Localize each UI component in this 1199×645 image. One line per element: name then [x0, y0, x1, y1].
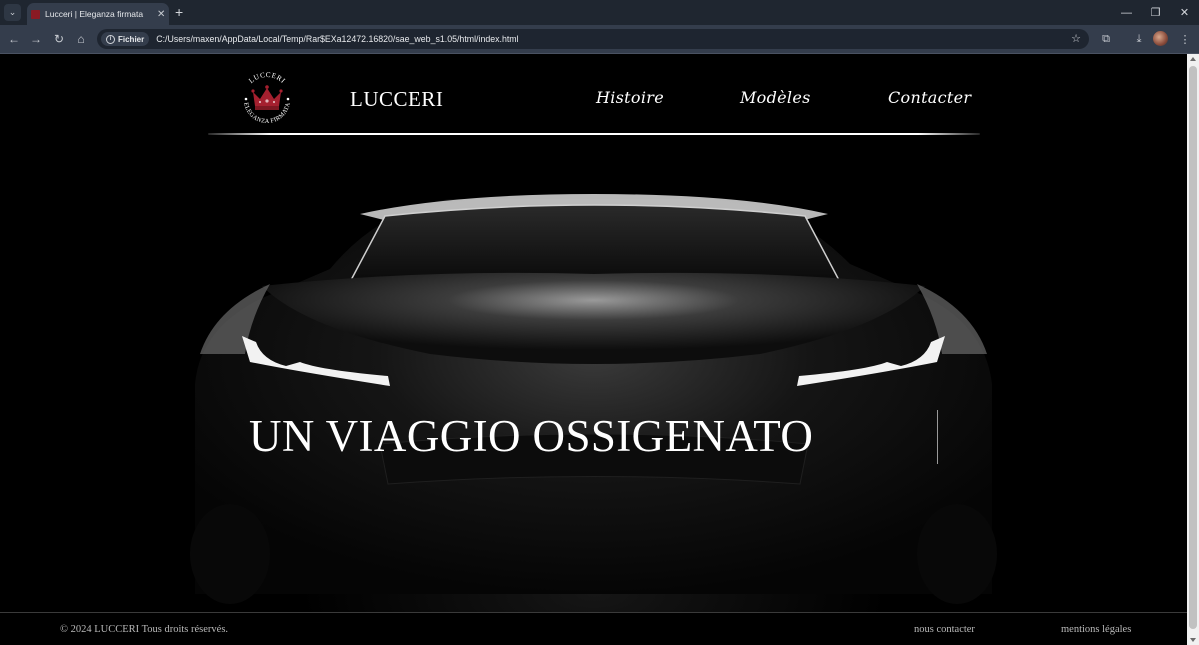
- window-close-icon[interactable]: ✕: [1170, 0, 1199, 25]
- site-header: LUCCERI ELEGANZA FIRMATA LUCCERI Histoir…: [208, 54, 980, 136]
- site-chip-label: Fichier: [118, 34, 145, 44]
- nav-link-modeles[interactable]: Modèles: [740, 88, 811, 107]
- favicon-icon: [31, 9, 40, 19]
- site-footer: © 2024 LUCCERI Tous droits réservés. nou…: [0, 612, 1187, 645]
- browser-tab-bar: ⌄ Lucceri | Eleganza firmata ✕ + — ❐ ✕: [0, 0, 1199, 25]
- profile-avatar[interactable]: [1153, 31, 1168, 46]
- lucceri-logo[interactable]: LUCCERI ELEGANZA FIRMATA: [236, 68, 298, 130]
- site-info-chip[interactable]: i Fichier: [101, 32, 150, 46]
- address-bar[interactable]: i Fichier C:/Users/maxen/AppData/Local/T…: [97, 29, 1089, 49]
- page-viewport: LUCCERI ELEGANZA FIRMATA LUCCERI Histoir…: [0, 54, 1187, 645]
- browser-tab[interactable]: Lucceri | Eleganza firmata ✕: [27, 3, 169, 25]
- close-icon[interactable]: ✕: [157, 9, 165, 20]
- forward-icon[interactable]: →: [27, 30, 45, 48]
- nav-link-contacter[interactable]: Contacter: [888, 88, 971, 107]
- download-icon[interactable]: ⤓: [1130, 30, 1148, 48]
- menu-icon[interactable]: ⋮: [1176, 30, 1194, 48]
- tab-title: Lucceri | Eleganza firmata: [45, 9, 144, 19]
- new-tab-button[interactable]: +: [175, 4, 183, 20]
- hero-divider: [937, 410, 938, 464]
- restore-icon[interactable]: ❐: [1141, 0, 1170, 25]
- hero-car-image: [190, 194, 997, 604]
- url-text[interactable]: C:/Users/maxen/AppData/Local/Temp/Rar$EX…: [156, 34, 518, 44]
- reload-icon[interactable]: ↻: [50, 30, 68, 48]
- brand-name[interactable]: LUCCERI: [350, 87, 443, 112]
- star-icon[interactable]: ☆: [1071, 32, 1081, 45]
- scroll-thumb[interactable]: [1189, 66, 1197, 629]
- home-icon[interactable]: ⌂: [72, 30, 90, 48]
- header-divider: [208, 133, 980, 135]
- hero-title: UN VIAGGIO OSSIGENATO: [249, 411, 814, 461]
- footer-copyright: © 2024 LUCCERI Tous droits réservés.: [60, 624, 229, 635]
- footer-link-contact[interactable]: nous contacter: [914, 624, 975, 635]
- back-icon[interactable]: ←: [5, 30, 23, 48]
- nav-link-histoire[interactable]: Histoire: [596, 88, 664, 107]
- info-icon: i: [106, 34, 115, 44]
- scroll-up-icon[interactable]: [1190, 57, 1196, 61]
- window-controls: — ❐ ✕: [1112, 0, 1199, 25]
- tab-search-icon[interactable]: ⌄: [4, 4, 21, 21]
- minimize-icon[interactable]: —: [1112, 0, 1141, 25]
- page-scrollbar[interactable]: [1187, 54, 1199, 645]
- footer-link-legal[interactable]: mentions légales: [1061, 624, 1131, 635]
- extensions-icon[interactable]: ⧉: [1097, 30, 1115, 48]
- scroll-down-icon[interactable]: [1190, 638, 1196, 642]
- browser-toolbar: ← → ↻ ⌂ i Fichier C:/Users/maxen/AppData…: [0, 25, 1199, 54]
